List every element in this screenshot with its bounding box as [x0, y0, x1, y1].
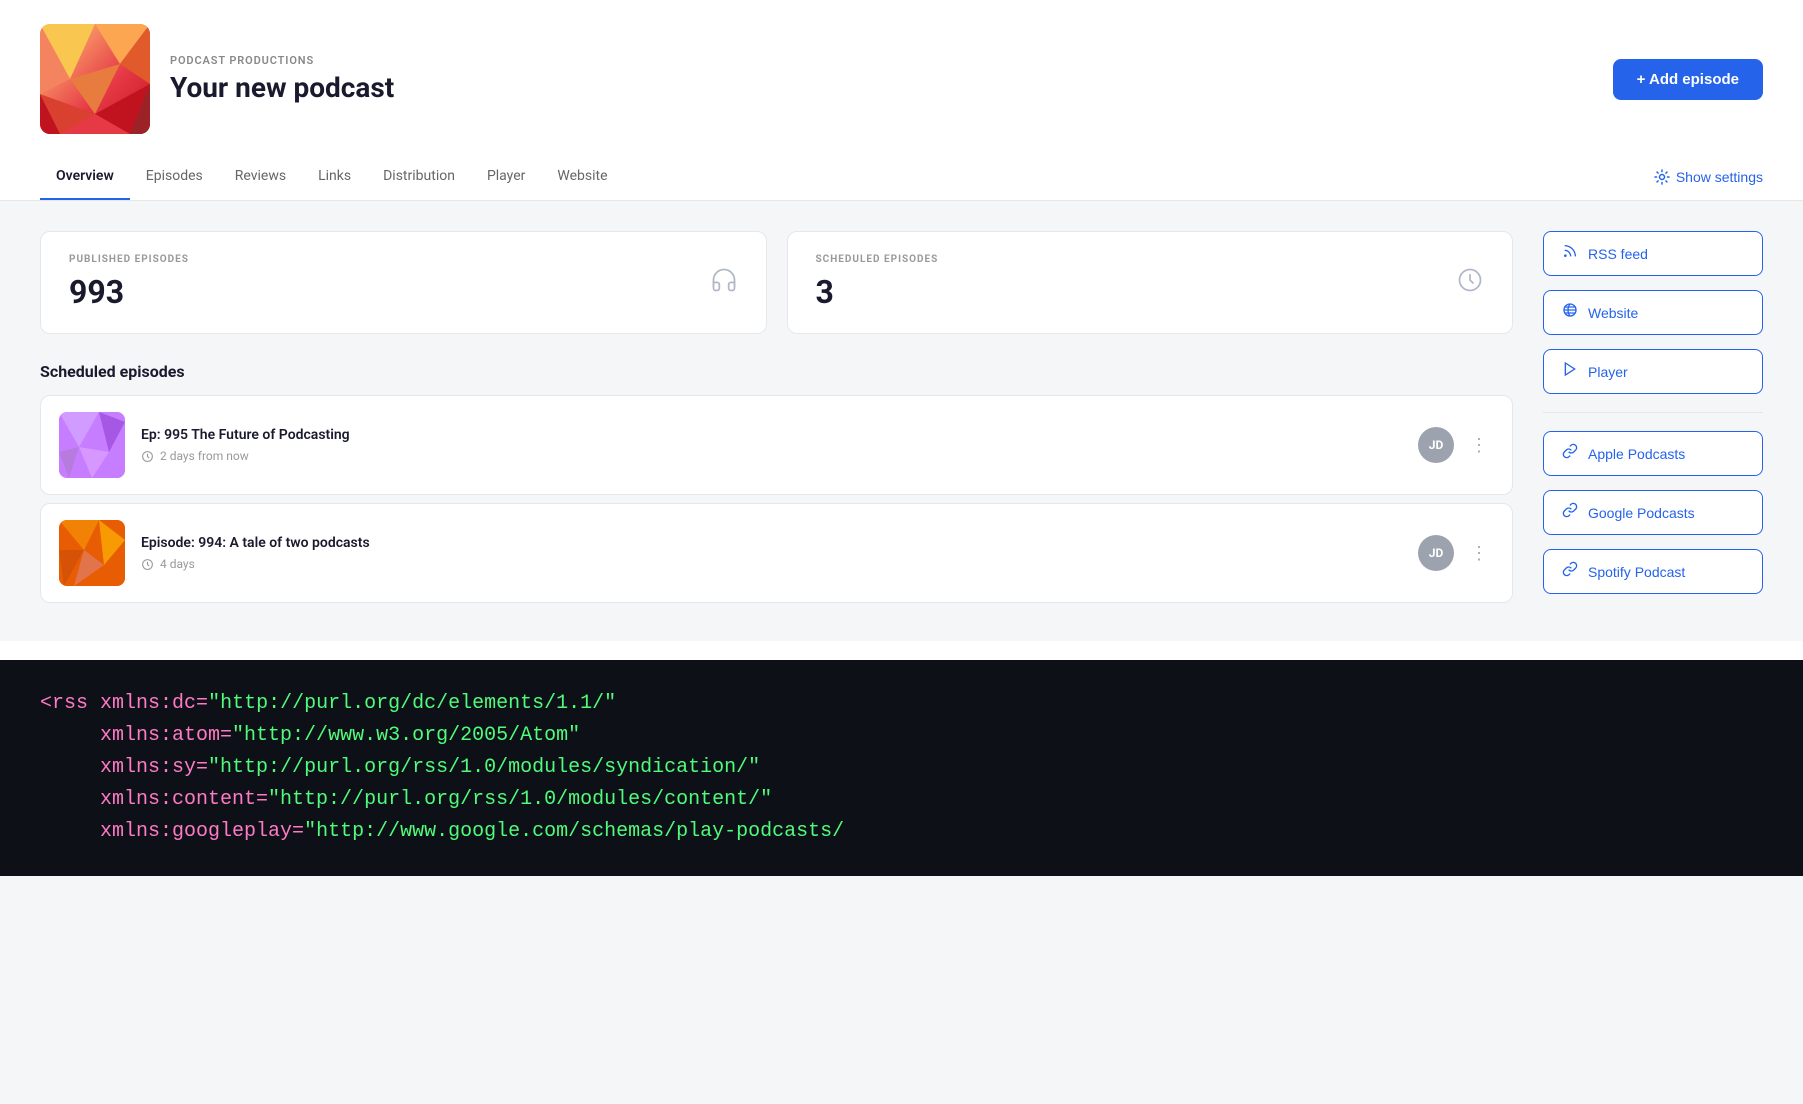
brand-label: PODCAST PRODUCTIONS	[170, 54, 394, 67]
navigation-bar: Overview Episodes Reviews Links Distribu…	[0, 154, 1803, 201]
episode-info: Ep: 995 The Future of Podcasting 2 days …	[141, 427, 1402, 463]
player-button[interactable]: Player	[1543, 349, 1763, 394]
clock-small-icon	[141, 450, 154, 463]
link-icon	[1562, 443, 1578, 464]
tab-overview[interactable]: Overview	[40, 154, 130, 200]
rss-feed-label: RSS feed	[1588, 246, 1648, 262]
headphones-icon	[710, 266, 738, 300]
rss-icon	[1562, 243, 1578, 264]
published-label: PUBLISHED EPISODES	[69, 254, 189, 265]
player-label: Player	[1588, 364, 1628, 380]
rss-feed-button[interactable]: RSS feed	[1543, 231, 1763, 276]
episode-info: Episode: 994: A tale of two podcasts 4 d…	[141, 535, 1402, 571]
spotify-podcast-button[interactable]: Spotify Podcast	[1543, 549, 1763, 594]
gear-icon	[1654, 169, 1670, 185]
play-icon	[1562, 361, 1578, 382]
more-options-button[interactable]: ⋮	[1464, 431, 1494, 460]
main-content: PUBLISHED EPISODES 993 SCHEDULED EPISODE…	[0, 201, 1803, 641]
globe-icon	[1562, 302, 1578, 323]
left-column: PUBLISHED EPISODES 993 SCHEDULED EPISODE…	[40, 231, 1513, 611]
episode-meta: 4 days	[141, 557, 1402, 571]
episode-card: Ep: 995 The Future of Podcasting 2 days …	[40, 395, 1513, 495]
tab-links[interactable]: Links	[302, 154, 367, 200]
show-settings-label: Show settings	[1676, 169, 1763, 185]
tab-distribution[interactable]: Distribution	[367, 154, 471, 200]
link-icon-3	[1562, 561, 1578, 582]
website-button[interactable]: Website	[1543, 290, 1763, 335]
episode-actions: JD ⋮	[1418, 535, 1494, 571]
code-line-1: <rss xmlns:dc="http://purl.org/dc/elemen…	[40, 688, 1763, 720]
link-icon-2	[1562, 502, 1578, 523]
code-line-3: xmlns:sy="http://purl.org/rss/1.0/module…	[40, 752, 1763, 784]
tab-episodes[interactable]: Episodes	[130, 154, 219, 200]
sidebar-divider	[1543, 412, 1763, 413]
stats-row: PUBLISHED EPISODES 993 SCHEDULED EPISODE…	[40, 231, 1513, 334]
tab-website[interactable]: Website	[541, 154, 623, 200]
published-episodes-card: PUBLISHED EPISODES 993	[40, 231, 767, 334]
tab-player[interactable]: Player	[471, 154, 541, 200]
code-line-5: xmlns:googleplay="http://www.google.com/…	[40, 816, 1763, 848]
google-podcasts-label: Google Podcasts	[1588, 505, 1695, 521]
scheduled-section-title: Scheduled episodes	[40, 362, 1513, 381]
clock-icon	[1456, 266, 1484, 300]
episode-title: Ep: 995 The Future of Podcasting	[141, 427, 1402, 443]
podcast-title: Your new podcast	[170, 71, 394, 105]
episode-thumbnail	[59, 412, 125, 478]
nav-tabs: Overview Episodes Reviews Links Distribu…	[40, 154, 624, 200]
podcast-meta: PODCAST PRODUCTIONS Your new podcast	[170, 54, 394, 105]
episode-thumbnail	[59, 520, 125, 586]
clock-small-icon	[141, 558, 154, 571]
code-line-2: xmlns:atom="http://www.w3.org/2005/Atom"	[40, 720, 1763, 752]
scheduled-label: SCHEDULED EPISODES	[816, 254, 939, 265]
episode-card: Episode: 994: A tale of two podcasts 4 d…	[40, 503, 1513, 603]
episode-meta: 2 days from now	[141, 449, 1402, 463]
avatar: JD	[1418, 535, 1454, 571]
apple-podcasts-button[interactable]: Apple Podcasts	[1543, 431, 1763, 476]
avatar: JD	[1418, 427, 1454, 463]
episode-title: Episode: 994: A tale of two podcasts	[141, 535, 1402, 551]
show-settings-button[interactable]: Show settings	[1654, 169, 1763, 185]
right-sidebar: RSS feed Website Playe	[1543, 231, 1763, 611]
apple-podcasts-label: Apple Podcasts	[1588, 446, 1685, 462]
add-episode-button[interactable]: + Add episode	[1613, 59, 1763, 100]
more-options-button[interactable]: ⋮	[1464, 539, 1494, 568]
episode-actions: JD ⋮	[1418, 427, 1494, 463]
code-line-4: xmlns:content="http://purl.org/rss/1.0/m…	[40, 784, 1763, 816]
header-left: PODCAST PRODUCTIONS Your new podcast	[40, 24, 394, 134]
scheduled-value: 3	[816, 273, 939, 311]
podcast-thumbnail	[40, 24, 150, 134]
scheduled-episodes-card: SCHEDULED EPISODES 3	[787, 231, 1514, 334]
tab-reviews[interactable]: Reviews	[219, 154, 302, 200]
code-block: <rss xmlns:dc="http://purl.org/dc/elemen…	[0, 660, 1803, 876]
spotify-label: Spotify Podcast	[1588, 564, 1685, 580]
published-value: 993	[69, 273, 189, 311]
page-header: PODCAST PRODUCTIONS Your new podcast + A…	[0, 0, 1803, 154]
google-podcasts-button[interactable]: Google Podcasts	[1543, 490, 1763, 535]
website-label: Website	[1588, 305, 1638, 321]
episodes-list: Ep: 995 The Future of Podcasting 2 days …	[40, 395, 1513, 611]
